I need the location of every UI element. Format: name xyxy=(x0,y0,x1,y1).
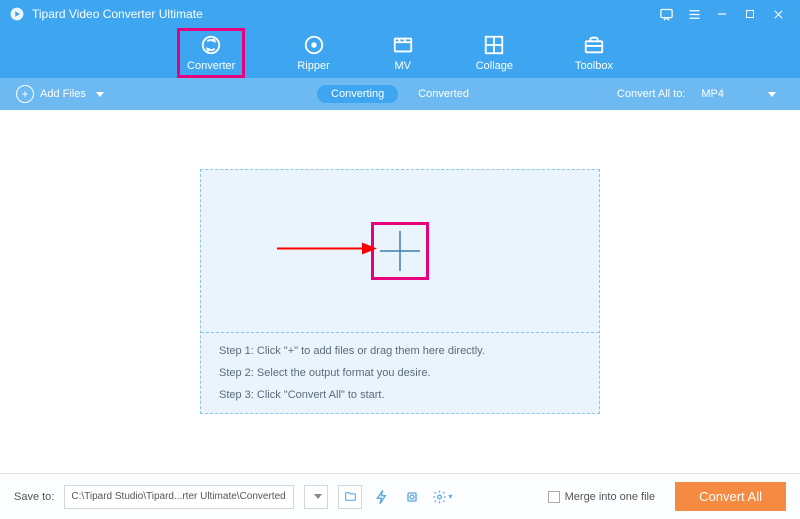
nav-label: Converter xyxy=(187,60,235,72)
toolbox-icon xyxy=(583,34,605,56)
footer: Save to: C:\Tipard Studio\Tipard...rter … xyxy=(0,473,800,519)
main-nav: Converter Ripper MV Collage Toolbox xyxy=(0,28,800,78)
add-files-button[interactable]: + Add Files xyxy=(16,85,104,103)
nav-label: MV xyxy=(394,60,411,72)
nav-converter[interactable]: Converter xyxy=(179,30,243,76)
gpu-button[interactable] xyxy=(402,487,422,507)
format-selector[interactable]: MP4 xyxy=(693,86,784,102)
annotation-arrow xyxy=(277,239,377,264)
app-logo-icon xyxy=(10,7,24,21)
step-text: Step 1: Click "+" to add files or drag t… xyxy=(219,345,581,357)
instruction-steps: Step 1: Click "+" to add files or drag t… xyxy=(201,333,599,413)
chevron-down-icon xyxy=(768,92,776,97)
convert-all-to-label: Convert All to: xyxy=(617,88,685,100)
add-file-plus-button[interactable] xyxy=(376,227,424,275)
convert-all-to: Convert All to: MP4 xyxy=(617,86,784,102)
folder-icon xyxy=(344,490,357,503)
main-area: Step 1: Click "+" to add files or drag t… xyxy=(0,110,800,473)
feedback-icon[interactable] xyxy=(654,2,678,26)
merge-checkbox[interactable]: Merge into one file xyxy=(548,491,656,503)
status-tabs: Converting Converted xyxy=(317,85,483,103)
path-dropdown-button[interactable] xyxy=(304,485,328,509)
convert-all-button[interactable]: Convert All xyxy=(675,482,786,511)
open-folder-button[interactable] xyxy=(338,485,362,509)
maximize-button[interactable] xyxy=(738,2,762,26)
tab-converted[interactable]: Converted xyxy=(404,85,483,103)
format-value: MP4 xyxy=(701,88,724,100)
nav-mv[interactable]: MV xyxy=(384,30,422,76)
merge-label: Merge into one file xyxy=(565,491,656,503)
nav-collage[interactable]: Collage xyxy=(468,30,521,76)
mv-icon xyxy=(392,34,414,56)
step-text: Step 2: Select the output format you des… xyxy=(219,367,581,379)
save-path-input[interactable]: C:\Tipard Studio\Tipard...rter Ultimate\… xyxy=(64,485,294,509)
plus-circle-icon: + xyxy=(16,85,34,103)
add-files-label: Add Files xyxy=(40,88,86,100)
gear-icon xyxy=(432,489,447,505)
nav-toolbox[interactable]: Toolbox xyxy=(567,30,621,76)
nav-ripper[interactable]: Ripper xyxy=(289,30,337,76)
tab-converting[interactable]: Converting xyxy=(317,85,398,103)
chip-icon xyxy=(404,489,420,505)
hw-accel-button[interactable] xyxy=(372,487,392,507)
plus-icon xyxy=(378,229,422,273)
chevron-down-icon xyxy=(96,92,104,97)
step-text: Step 3: Click "Convert All" to start. xyxy=(219,389,581,401)
drop-top xyxy=(201,170,599,332)
bolt-icon xyxy=(374,489,390,505)
subbar: + Add Files Converting Converted Convert… xyxy=(0,78,800,110)
app-title: Tipard Video Converter Ultimate xyxy=(32,7,203,21)
app-window: { "header": { "title": "Tipard Video Con… xyxy=(0,0,800,519)
nav-label: Ripper xyxy=(297,60,329,72)
settings-button[interactable]: ▾ xyxy=(432,487,452,507)
save-to-label: Save to: xyxy=(14,491,54,503)
close-button[interactable] xyxy=(766,2,790,26)
ripper-icon xyxy=(303,34,325,56)
minimize-button[interactable] xyxy=(710,2,734,26)
titlebar-top: Tipard Video Converter Ultimate xyxy=(0,0,800,28)
nav-label: Collage xyxy=(476,60,513,72)
dropzone[interactable]: Step 1: Click "+" to add files or drag t… xyxy=(200,169,600,414)
converter-icon xyxy=(200,34,222,56)
checkbox-icon xyxy=(548,491,560,503)
collage-icon xyxy=(483,34,505,56)
menu-icon[interactable] xyxy=(682,2,706,26)
nav-label: Toolbox xyxy=(575,60,613,72)
titlebar: Tipard Video Converter Ultimate Converte… xyxy=(0,0,800,78)
